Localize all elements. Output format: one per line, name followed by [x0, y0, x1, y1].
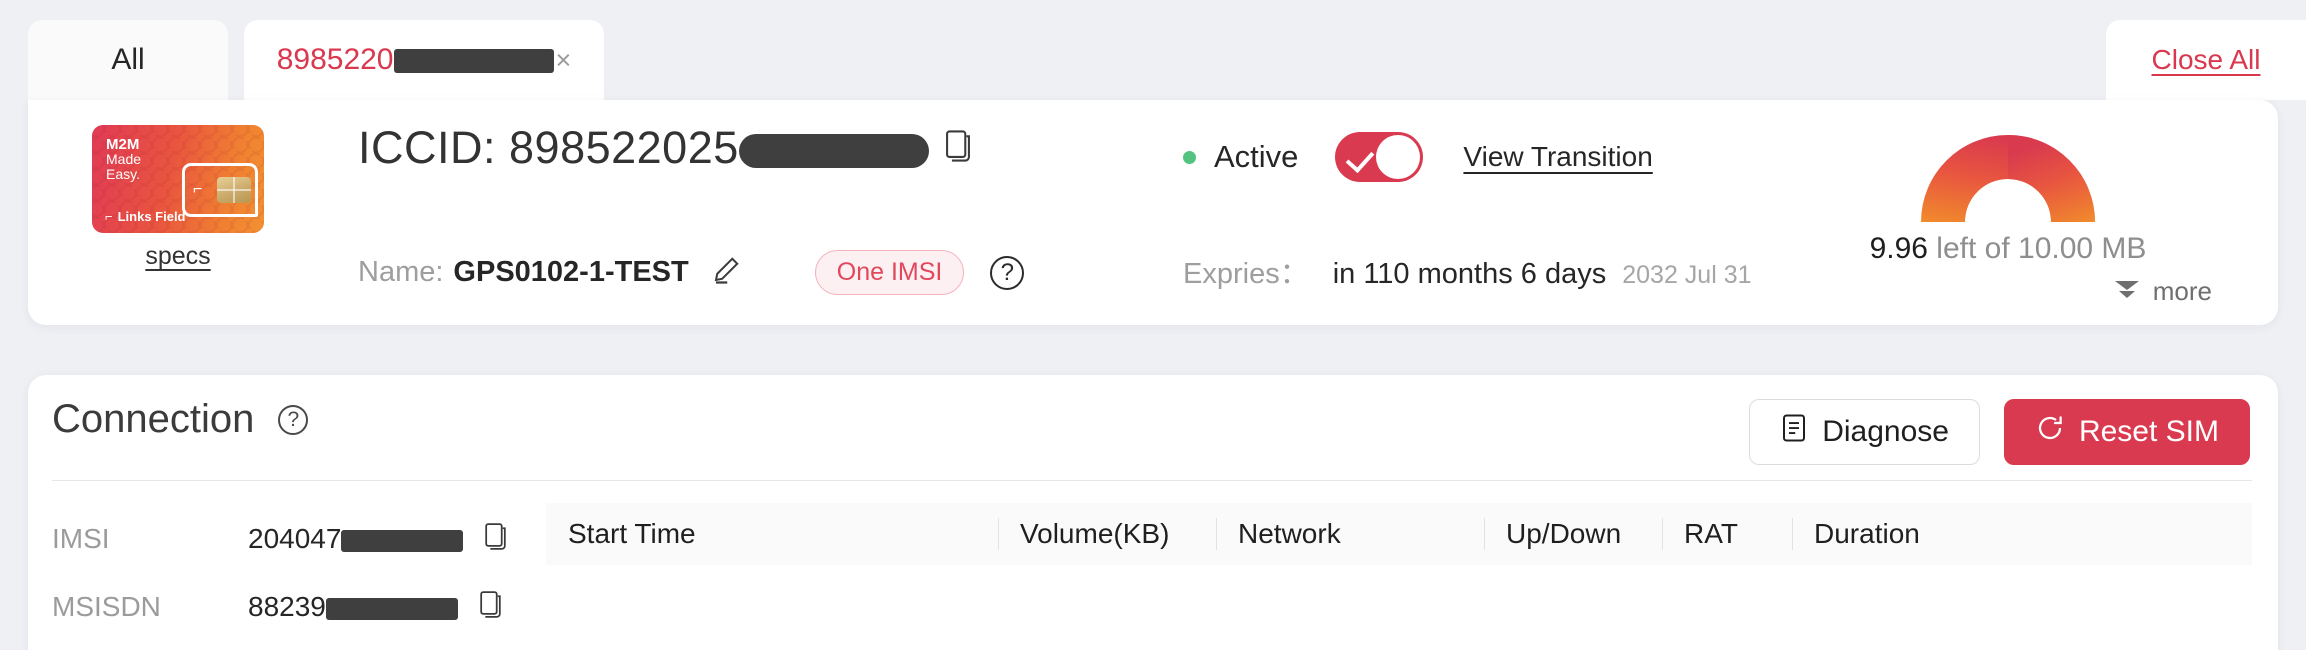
- column-header-network[interactable]: Network: [1216, 514, 1484, 554]
- chip-contacts-icon: [217, 177, 251, 203]
- toggle-check-icon: [1346, 143, 1375, 174]
- table-header-row: Start Time Volume(KB) Network Up/Down RA…: [546, 503, 2252, 565]
- connection-help-icon[interactable]: ?: [278, 404, 309, 435]
- status-dot-icon: [1183, 150, 1196, 164]
- iccid-label: ICCID:: [358, 122, 496, 173]
- tab-all[interactable]: All: [28, 20, 228, 100]
- tab-close-icon[interactable]: ×: [556, 46, 572, 74]
- imsi-help-icon[interactable]: ?: [990, 255, 1025, 290]
- list-item: MSISDN 88239: [52, 573, 542, 641]
- tab-all-label: All: [111, 43, 145, 76]
- sim-card-tagline-line2: Made: [106, 151, 142, 167]
- more-toggle[interactable]: more: [1798, 276, 2218, 307]
- msisdn-value: 88239: [248, 591, 458, 623]
- column-header-up-down[interactable]: Up/Down: [1484, 514, 1662, 554]
- expires-row: Expries： in 110 months 6 days 2032 Jul 3…: [1183, 250, 1752, 292]
- copy-iccid-icon[interactable]: [943, 129, 973, 168]
- redaction-bar: [393, 49, 554, 74]
- sim-card-brand-label: Links Field: [117, 209, 186, 224]
- refresh-icon: [2035, 413, 2065, 451]
- sim-card-image: M2M Made Easy. ⌐ ⌐ Links Field: [92, 125, 264, 233]
- reset-sim-button[interactable]: Reset SIM: [2003, 399, 2250, 465]
- sim-card-thumbnail: M2M Made Easy. ⌐ ⌐ Links Field specs: [92, 125, 264, 271]
- iccid-redaction-bar: [738, 134, 929, 169]
- sim-card-tagline-line3: Easy.: [106, 166, 140, 182]
- iccid-row: ICCID: 898522025: [358, 122, 973, 174]
- sim-summary-panel: M2M Made Easy. ⌐ ⌐ Links Field specs ICC…: [28, 100, 2278, 325]
- toggle-knob: [1376, 135, 1421, 179]
- iccid-value: 898522025: [509, 122, 739, 173]
- expires-date: 2032 Jul 31: [1622, 261, 1752, 289]
- iccid-text: ICCID: 898522025: [358, 122, 929, 174]
- quota-caption: 9.96 left of 10.00 MB: [1798, 232, 2218, 266]
- quota-remaining-value: 9.96: [1869, 232, 1928, 265]
- links-field-mark-icon: ⌐: [193, 181, 203, 198]
- name-row: Name: GPS0102-1-TEST One IMSI ?: [358, 250, 1025, 295]
- edit-name-icon[interactable]: [711, 255, 741, 290]
- expires-value: in 110 months 6 days: [1332, 258, 1607, 290]
- sim-card-brand: ⌐ Links Field: [105, 209, 186, 224]
- diagnose-label: Diagnose: [1822, 415, 1949, 448]
- diagnose-button[interactable]: Diagnose: [1749, 399, 1980, 465]
- session-table: Start Time Volume(KB) Network Up/Down RA…: [546, 503, 2252, 565]
- close-all-link[interactable]: Close All: [2152, 44, 2261, 76]
- specs-link[interactable]: specs: [92, 242, 264, 271]
- connection-panel: Connection ? Diagnose Reset SIM IMSI 204…: [28, 375, 2278, 650]
- msisdn-label: MSISDN: [52, 591, 161, 622]
- list-item: IMSI 204047: [52, 505, 542, 573]
- column-header-start-time[interactable]: Start Time: [546, 514, 998, 554]
- close-all-panel: Close All: [2106, 20, 2306, 100]
- copy-msisdn-icon[interactable]: [478, 590, 503, 624]
- links-field-logo-icon: ⌐: [105, 209, 113, 224]
- status-row: Active View Transition: [1183, 132, 1653, 182]
- name-value: GPS0102-1-TEST: [453, 256, 689, 288]
- chevron-double-down-icon: [2112, 278, 2142, 305]
- sim-chip-icon: ⌐: [182, 163, 258, 217]
- column-header-rat[interactable]: RAT: [1662, 514, 1792, 554]
- column-header-duration[interactable]: Duration: [1792, 514, 2052, 554]
- connection-actions: Diagnose Reset SIM: [1749, 399, 2250, 465]
- more-label: more: [2152, 276, 2212, 306]
- tab-bar: All 8985220 × Close All: [0, 0, 2306, 100]
- imsi-redaction-bar: [341, 529, 464, 552]
- connection-title: Connection: [52, 397, 255, 441]
- tab-iccid-label: 8985220: [277, 43, 554, 77]
- imsi-value: 204047: [248, 523, 464, 555]
- msisdn-redaction-bar: [325, 597, 458, 620]
- status-label: Active: [1214, 139, 1299, 174]
- view-transition-link[interactable]: View Transition: [1463, 141, 1652, 173]
- sim-card-tagline: M2M Made Easy.: [106, 137, 141, 182]
- name-label: Name:: [358, 256, 444, 288]
- reset-sim-label: Reset SIM: [2078, 415, 2219, 448]
- column-header-volume[interactable]: Volume(KB): [998, 514, 1216, 554]
- imsi-label: IMSI: [52, 523, 110, 554]
- tab-iccid[interactable]: 8985220 ×: [244, 20, 604, 100]
- imsi-count-badge: One IMSI: [814, 250, 965, 295]
- expires-label: Expries：: [1183, 258, 1309, 290]
- connection-header: Connection ?: [52, 397, 309, 442]
- identifier-list: IMSI 204047 MSISDN 88239: [52, 505, 542, 641]
- gauge-arc-icon: [1921, 135, 2095, 222]
- document-icon: [1780, 413, 1808, 451]
- quota-total-label: left of 10.00 MB: [1936, 232, 2147, 265]
- connection-divider: [52, 480, 2252, 481]
- data-quota-gauge: 9.96 left of 10.00 MB more: [1798, 114, 2218, 307]
- app-root: All 8985220 × Close All M2M Made Easy. ⌐…: [0, 0, 2306, 650]
- copy-imsi-icon[interactable]: [483, 522, 508, 556]
- sim-active-toggle[interactable]: [1335, 132, 1424, 182]
